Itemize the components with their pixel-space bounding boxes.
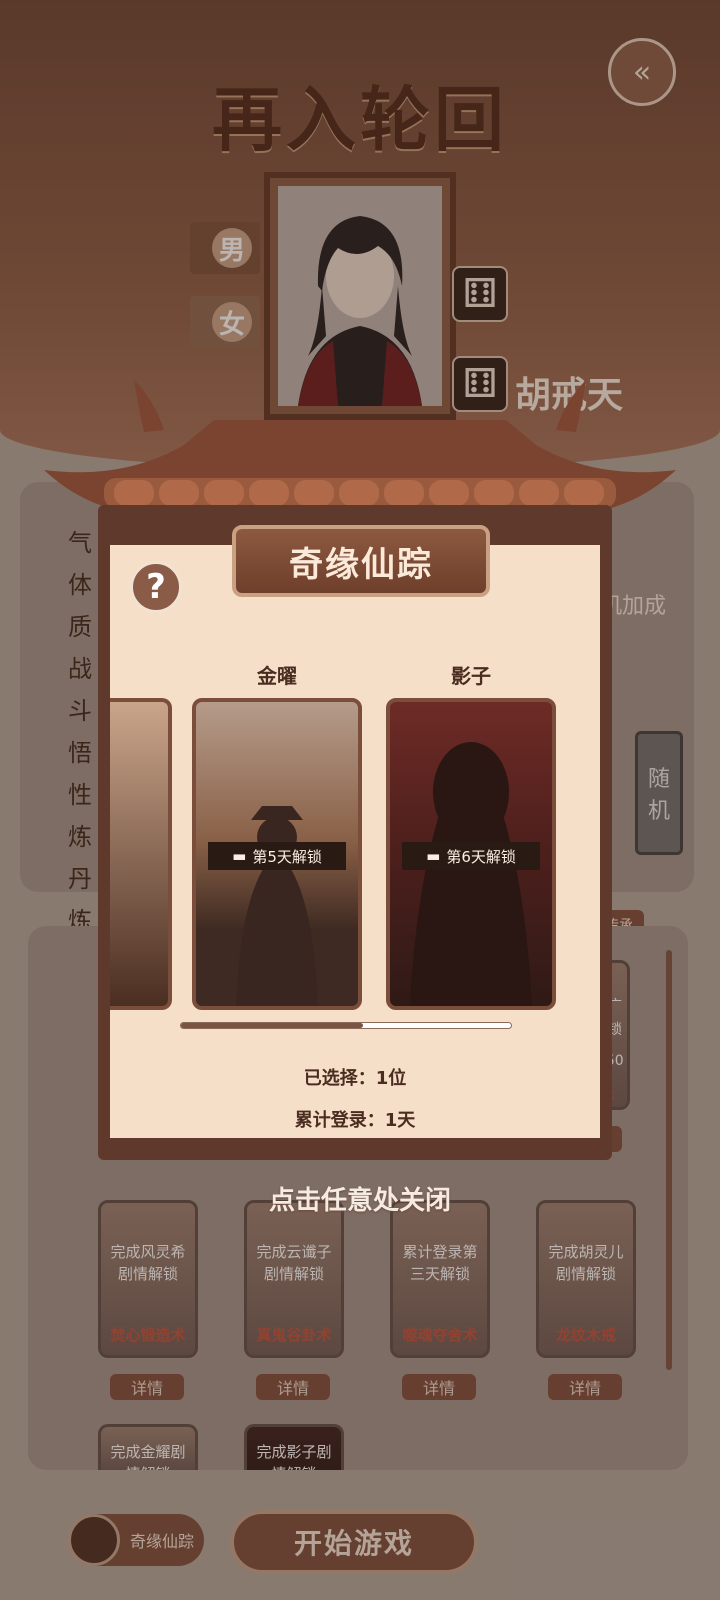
lock-tag: ▬ 第6天解锁 (402, 842, 540, 870)
lock-icon: ▬ (232, 847, 247, 865)
modal-title: 奇缘仙踪 (232, 525, 490, 597)
lock-text: 第5天解锁 (252, 847, 322, 866)
help-label: ? (146, 567, 166, 607)
candidates-scroll-thumb[interactable] (181, 1023, 363, 1028)
login-days: 累计登录：1天 (294, 1110, 416, 1131)
lock-icon: ▬ (426, 847, 441, 865)
candidate-name: 金曜 (257, 664, 297, 688)
lock-tag: ▬ 第5天解锁 (208, 842, 346, 870)
candidate-card-yingzi[interactable]: ▬ 第6天解锁 (386, 698, 556, 1010)
selected-count: 已选择：1位 (303, 1068, 407, 1089)
candidate-card-partial[interactable] (110, 698, 172, 1010)
help-button[interactable]: ? (130, 561, 182, 613)
lock-text: 第6天解锁 (446, 847, 516, 866)
candidate-name: 影子 (451, 664, 491, 688)
candidate-card-jinyao[interactable]: ▬ 第5天解锁 (192, 698, 362, 1010)
close-hint: 点击任意处关闭 (268, 1186, 451, 1216)
